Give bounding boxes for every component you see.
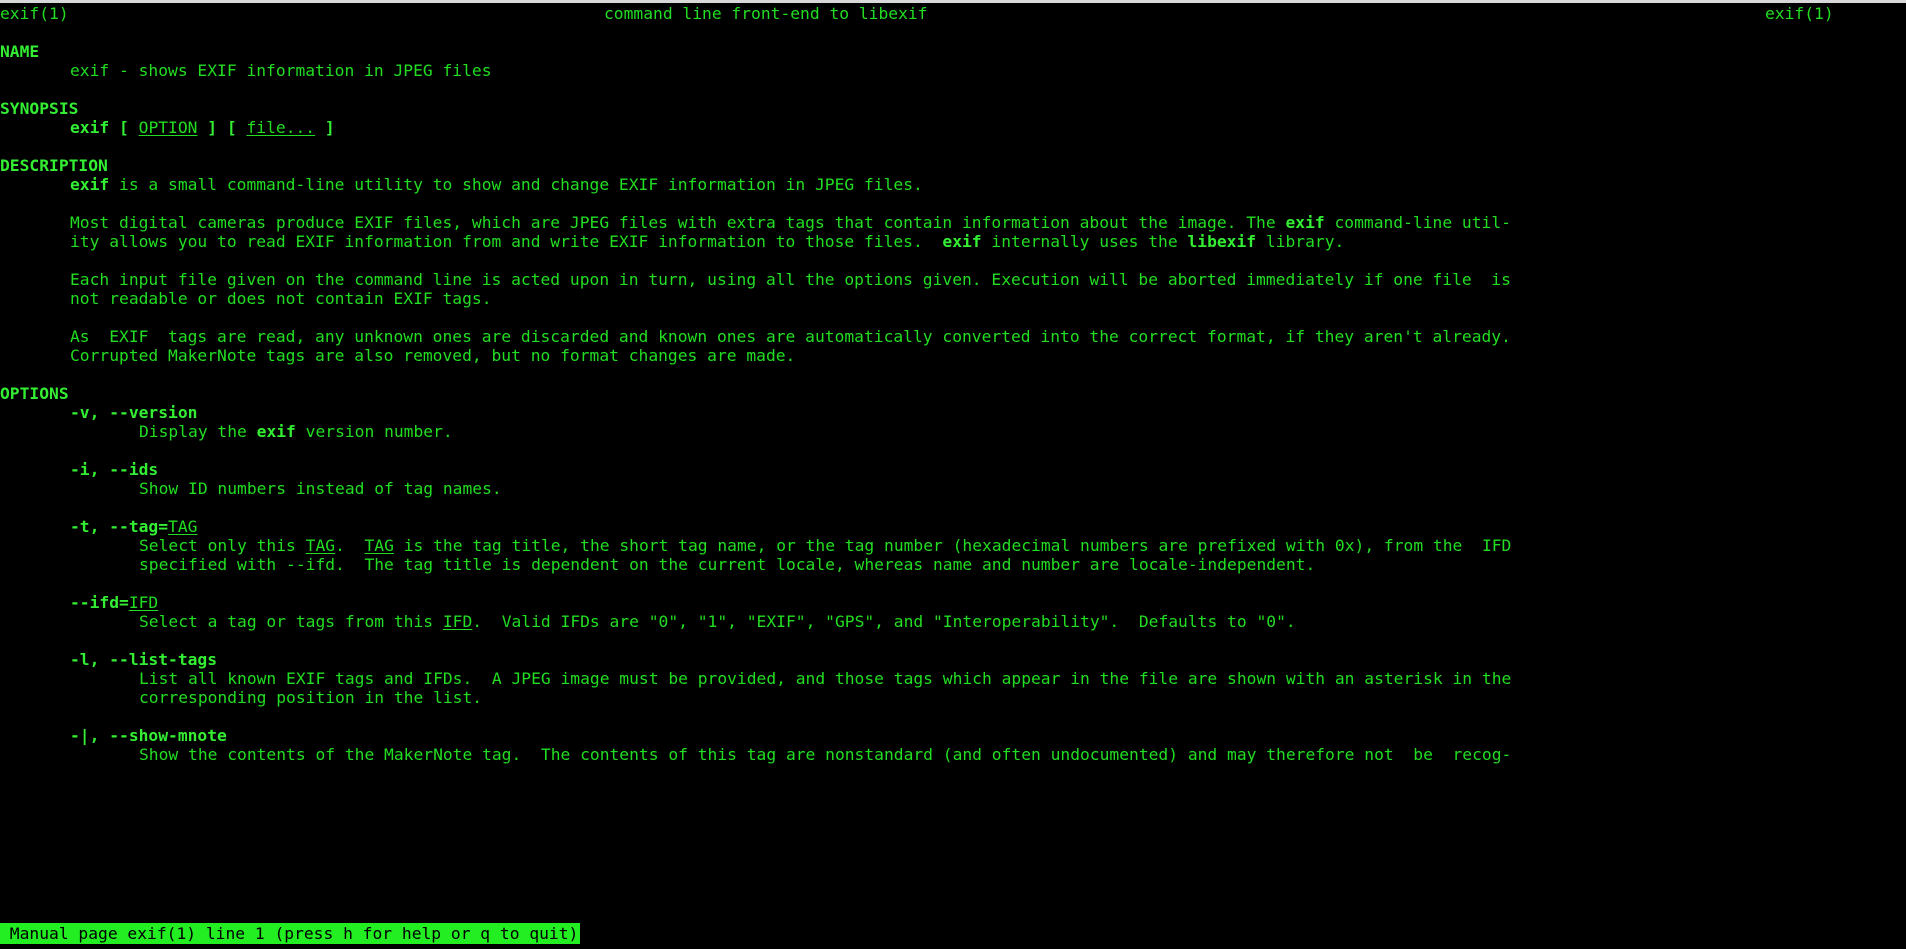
option-desc-list-tags-line2: corresponding position in the list. xyxy=(139,688,483,707)
option-desc-ids: Show ID numbers instead of tag names. xyxy=(139,479,502,498)
option-flag-tag: -t, --tag=TAG xyxy=(70,517,197,536)
option-arg-ref: TAG xyxy=(305,536,336,555)
option-flag-ids: -i, --ids xyxy=(70,460,159,479)
pager-status-bar: Manual page exif(1) line 1 (press h for … xyxy=(0,923,581,944)
option-desc-show-mnote-line1: Show the contents of the MakerNote tag. … xyxy=(139,745,1512,764)
description-p1: exif is a small command-line utility to … xyxy=(70,175,923,194)
description-p2-line1: Most digital cameras produce EXIF files,… xyxy=(70,213,1511,232)
option-flag-text: -t, --tag= xyxy=(70,517,169,536)
description-p3-line1: Each input file given on the command lin… xyxy=(70,270,1511,289)
option-desc-ifd: Select a tag or tags from this IFD. Vali… xyxy=(139,612,1296,631)
option-flag-show-mnote: -|, --show-mnote xyxy=(70,726,227,745)
option-text: Select only this xyxy=(139,536,306,555)
option-flag-text: --ifd= xyxy=(70,593,129,612)
description-text: ity allows you to read EXIF information … xyxy=(70,232,943,251)
option-desc-tag-line2: specified with --ifd. The tag title is d… xyxy=(139,555,1316,574)
option-flag-version: -v, --version xyxy=(70,403,198,422)
bold-term: exif xyxy=(70,175,110,194)
section-heading-options: OPTIONS xyxy=(0,384,69,403)
synopsis-command: exif xyxy=(70,118,110,137)
option-text: . Valid IFDs are "0", "1", "EXIF", "GPS"… xyxy=(472,612,1296,631)
option-flag-list-tags: -l, --list-tags xyxy=(70,650,218,669)
option-text: Display the xyxy=(139,422,257,441)
option-text: version number. xyxy=(295,422,453,441)
description-text: is a small command-line utility to show … xyxy=(109,175,923,194)
option-arg-ref: IFD xyxy=(442,612,473,631)
option-text: Select a tag or tags from this xyxy=(139,612,443,631)
option-desc-list-tags-line1: List all known EXIF tags and IFDs. A JPE… xyxy=(139,669,1512,688)
option-flag-arg: TAG xyxy=(168,517,198,536)
synopsis-bracket: ] [ xyxy=(197,118,247,137)
option-flag-ifd: --ifd=IFD xyxy=(70,593,158,612)
option-desc-version: Display the exif version number. xyxy=(139,422,453,441)
description-text: command-line util- xyxy=(1324,213,1511,232)
option-arg-ref: TAG xyxy=(364,536,394,555)
description-text: internally uses the xyxy=(981,232,1188,251)
synopsis-arg-file: file... xyxy=(246,118,316,137)
section-heading-name: NAME xyxy=(0,42,40,61)
option-text: . xyxy=(335,536,365,555)
synopsis-line: exif [ OPTION ] [ file... ] xyxy=(70,118,335,137)
section-heading-description: DESCRIPTION xyxy=(0,156,108,175)
option-desc-tag-line1: Select only this TAG. TAG is the tag tit… xyxy=(139,536,1511,555)
man-header-left: exif(1) xyxy=(0,4,69,23)
description-p2-line2: ity allows you to read EXIF information … xyxy=(70,232,1344,251)
synopsis-bracket: [ xyxy=(109,118,139,137)
name-text: exif - shows EXIF information in JPEG fi… xyxy=(70,61,492,80)
bold-term: exif xyxy=(942,232,982,251)
bold-term: exif xyxy=(1285,213,1325,232)
synopsis-arg-option: OPTION xyxy=(138,118,198,137)
synopsis-bracket: ] xyxy=(315,118,335,137)
man-header-center: command line front-end to libexif xyxy=(604,4,928,23)
description-p3-line2: not readable or does not contain EXIF ta… xyxy=(70,289,492,308)
description-p4-line1: As EXIF tags are read, any unknown ones … xyxy=(70,327,1511,346)
description-p4-line2: Corrupted MakerNote tags are also remove… xyxy=(70,346,796,365)
bold-term: exif xyxy=(256,422,296,441)
man-header-right: exif(1) xyxy=(1765,4,1834,23)
description-text: Most digital cameras produce EXIF files,… xyxy=(70,213,1286,232)
option-text: is the tag title, the short tag name, or… xyxy=(393,536,1512,555)
terminal-man-pager[interactable]: exif(1) command line front-end to libexi… xyxy=(0,3,1906,949)
bold-term: libexif xyxy=(1187,232,1257,251)
section-heading-synopsis: SYNOPSIS xyxy=(0,99,79,118)
option-flag-arg: IFD xyxy=(128,593,159,612)
description-text: library. xyxy=(1256,232,1345,251)
